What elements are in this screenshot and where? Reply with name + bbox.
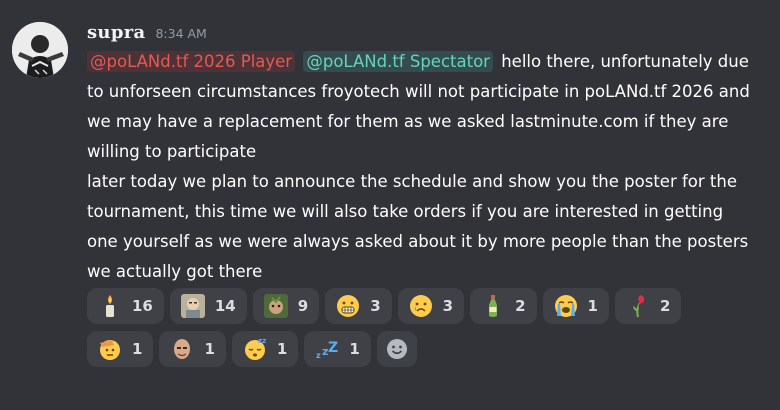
avatar[interactable] bbox=[12, 22, 68, 78]
reaction-count: 1 bbox=[349, 340, 360, 358]
add-reaction-icon bbox=[385, 337, 409, 361]
message-paragraph-2: later today we plan to announce the sche… bbox=[87, 172, 749, 281]
zzz-icon: z z Z bbox=[315, 337, 339, 361]
reaction-count: 16 bbox=[132, 297, 153, 315]
grimacing-face-icon bbox=[336, 294, 360, 318]
reaction-count: 1 bbox=[204, 340, 215, 358]
reaction-count: 9 bbox=[297, 297, 309, 315]
mention-spectator-role[interactable]: @poLANd.tf Spectator bbox=[303, 51, 493, 72]
reaction-count: 2 bbox=[659, 297, 671, 315]
reaction-count: 14 bbox=[214, 297, 236, 315]
reaction-custom-bald-head[interactable]: 1 bbox=[159, 331, 226, 367]
custom-bald-head-icon bbox=[170, 337, 194, 361]
svg-text:Z: Z bbox=[328, 340, 338, 356]
message-header: supra 8:34 AM bbox=[87, 22, 207, 46]
custom-face-photo-icon bbox=[180, 294, 205, 318]
candle-icon bbox=[98, 294, 122, 318]
add-reaction-button[interactable] bbox=[376, 331, 417, 367]
reaction-candle[interactable]: 16 bbox=[87, 288, 164, 324]
reaction-crying[interactable]: 1 bbox=[542, 288, 609, 324]
timestamp[interactable]: 8:34 AM bbox=[155, 26, 206, 41]
reactions-row-2: 1 1 zz 1 z z Z 1 bbox=[87, 331, 737, 367]
username[interactable]: supra bbox=[87, 22, 145, 43]
sleeping-face-icon: zz bbox=[243, 337, 267, 361]
mention-player-role[interactable]: @poLANd.tf 2026 Player bbox=[87, 51, 296, 72]
reaction-count: 1 bbox=[276, 340, 288, 358]
reaction-wilted-flower[interactable]: 2 bbox=[614, 288, 682, 324]
sad-face-icon bbox=[409, 294, 433, 318]
reaction-bottle[interactable]: 2 bbox=[470, 288, 537, 324]
crying-face-icon bbox=[554, 294, 578, 318]
custom-frog-photo-icon bbox=[263, 294, 288, 318]
bottle-icon bbox=[481, 294, 505, 318]
svg-text:zz: zz bbox=[258, 337, 266, 345]
saluting-face-icon bbox=[98, 337, 122, 361]
reaction-count: 3 bbox=[370, 297, 381, 315]
message-content: @poLANd.tf 2026 Player @poLANd.tf Specta… bbox=[87, 47, 757, 287]
reaction-sleeping[interactable]: zz 1 bbox=[231, 331, 299, 367]
avatar-person-icon bbox=[12, 22, 68, 78]
reaction-custom-face[interactable]: 14 bbox=[169, 288, 247, 324]
reaction-count: 1 bbox=[132, 340, 143, 358]
reaction-grimacing[interactable]: 3 bbox=[325, 288, 392, 324]
reactions-bar: 16 14 9 3 3 2 1 2 1 1 zz 1 z z Z 1 bbox=[87, 288, 737, 374]
reaction-count: 3 bbox=[442, 297, 454, 315]
reaction-count: 1 bbox=[587, 297, 598, 315]
reactions-row-1: 16 14 9 3 3 2 1 2 bbox=[87, 288, 737, 324]
reaction-saluting[interactable]: 1 bbox=[87, 331, 154, 367]
reaction-custom-frog[interactable]: 9 bbox=[252, 288, 320, 324]
message-paragraph-1: @poLANd.tf 2026 Player @poLANd.tf Specta… bbox=[87, 47, 757, 167]
wilted-flower-icon bbox=[626, 294, 650, 318]
chat-message: supra 8:34 AM @poLANd.tf 2026 Player @po… bbox=[0, 0, 780, 410]
reaction-count: 2 bbox=[515, 297, 526, 315]
reaction-zzz[interactable]: z z Z 1 bbox=[304, 331, 371, 367]
reaction-sad-face[interactable]: 3 bbox=[397, 288, 465, 324]
svg-text:z: z bbox=[316, 351, 321, 360]
